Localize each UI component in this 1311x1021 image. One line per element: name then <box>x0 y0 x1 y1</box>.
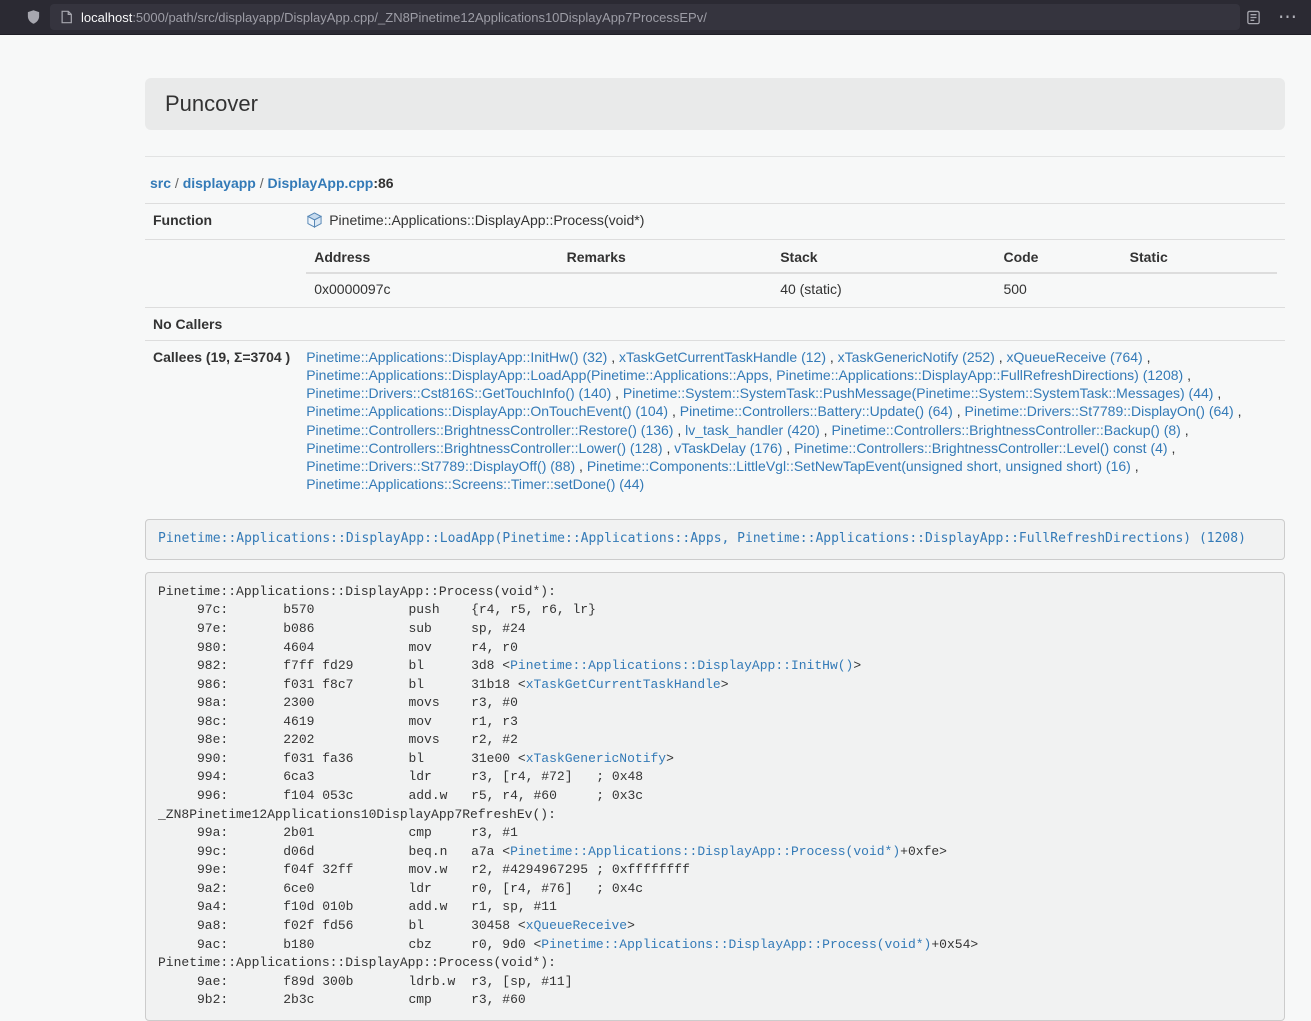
app-header: Puncover <box>145 78 1285 130</box>
details-table: Address Remarks Stack Code Static 0x0000… <box>306 242 1277 304</box>
breadcrumb-separator: / <box>171 175 183 191</box>
url-host: localhost <box>81 10 132 25</box>
callee-link[interactable]: Pinetime::Applications::DisplayApp::OnTo… <box>306 403 668 419</box>
selected-symbol-box: Pinetime::Applications::DisplayApp::Load… <box>145 519 1285 560</box>
column-header-address: Address <box>306 242 558 273</box>
breadcrumb-line-number: :86 <box>373 175 393 191</box>
callee-link[interactable]: xTaskGetCurrentTaskHandle (12) <box>619 349 826 365</box>
disassembly-symbol-link[interactable]: xQueueReceive <box>526 918 627 933</box>
disassembly-block: Pinetime::Applications::DisplayApp::Proc… <box>145 572 1285 1021</box>
table-row-function: Function Pinetime::Applications::Display… <box>145 204 1285 240</box>
function-row-label: Function <box>145 204 298 240</box>
reader-mode-icon[interactable] <box>1246 10 1261 25</box>
shield-icon[interactable] <box>26 9 41 25</box>
callee-link[interactable]: Pinetime::Applications::DisplayApp::Init… <box>306 349 607 365</box>
details-row-label <box>145 240 298 307</box>
function-name: Pinetime::Applications::DisplayApp::Proc… <box>329 212 644 228</box>
callee-link[interactable]: Pinetime::Applications::Screens::Timer::… <box>306 476 644 492</box>
no-callers-cell <box>298 307 1285 340</box>
callee-link[interactable]: vTaskDelay (176) <box>674 440 782 456</box>
callee-link[interactable]: xQueueReceive (764) <box>1007 349 1143 365</box>
address-value: 0x0000097c <box>306 273 558 304</box>
breadcrumb-link[interactable]: displayapp <box>183 175 256 191</box>
details-data-row: 0x0000097c 40 (static) 500 <box>306 273 1277 304</box>
breadcrumb: src / displayapp / DisplayApp.cpp:86 <box>150 175 1285 191</box>
menu-icon[interactable]: ⋯ <box>1278 8 1298 27</box>
disassembly-symbol-link[interactable]: Pinetime::Applications::DisplayApp::Proc… <box>510 844 900 859</box>
disassembly-symbol-link[interactable]: xTaskGetCurrentTaskHandle <box>526 677 721 692</box>
url-bar[interactable]: localhost:5000/path/src/displayapp/Displ… <box>50 4 1240 30</box>
callee-link[interactable]: Pinetime::Drivers::St7789::DisplayOn() (… <box>965 403 1234 419</box>
no-callers-label: No Callers <box>145 307 298 340</box>
callees-list: Pinetime::Applications::DisplayApp::Init… <box>298 340 1285 500</box>
page-title: Puncover <box>165 91 1265 117</box>
callee-link[interactable]: xTaskGenericNotify (252) <box>838 349 995 365</box>
details-header-row: Address Remarks Stack Code Static <box>306 242 1277 273</box>
callee-link[interactable]: Pinetime::Controllers::BrightnessControl… <box>306 440 662 456</box>
table-row-callees: Callees (19, Σ=3704 ) Pinetime::Applicat… <box>145 340 1285 500</box>
function-name-cell: Pinetime::Applications::DisplayApp::Proc… <box>298 204 1285 240</box>
table-row-no-callers: No Callers <box>145 307 1285 340</box>
function-type-icon <box>306 212 323 232</box>
chrome-right-controls: ⋯ <box>1246 8 1298 27</box>
page-content: Puncover src / displayapp / DisplayApp.c… <box>145 35 1285 1021</box>
page-info-icon[interactable] <box>60 10 73 24</box>
stack-value: 40 (static) <box>772 273 995 304</box>
selected-symbol-link[interactable]: Pinetime::Applications::DisplayApp::Load… <box>158 531 1246 546</box>
breadcrumb-link[interactable]: DisplayApp.cpp <box>268 175 374 191</box>
code-value: 500 <box>995 273 1121 304</box>
column-header-stack: Stack <box>772 242 995 273</box>
callee-link[interactable]: Pinetime::Applications::DisplayApp::Load… <box>306 367 1183 383</box>
table-row-details: Address Remarks Stack Code Static 0x0000… <box>145 240 1285 307</box>
disassembly-code: Pinetime::Applications::DisplayApp::Proc… <box>158 584 978 1007</box>
disassembly-symbol-link[interactable]: xTaskGenericNotify <box>526 751 666 766</box>
disassembly-symbol-link[interactable]: Pinetime::Applications::DisplayApp::Init… <box>510 658 853 673</box>
breadcrumb-link[interactable]: src <box>150 175 171 191</box>
breadcrumb-separator: / <box>256 175 268 191</box>
callee-link[interactable]: Pinetime::Controllers::Battery::Update()… <box>680 403 953 419</box>
function-table: Function Pinetime::Applications::Display… <box>145 203 1285 500</box>
header-divider <box>145 156 1285 157</box>
url-text: localhost:5000/path/src/displayapp/Displ… <box>81 10 707 25</box>
callee-link[interactable]: Pinetime::Components::LittleVgl::SetNewT… <box>587 458 1131 474</box>
column-header-static: Static <box>1122 242 1277 273</box>
callee-link[interactable]: Pinetime::Controllers::BrightnessControl… <box>831 422 1180 438</box>
column-header-code: Code <box>995 242 1121 273</box>
disassembly-symbol-link[interactable]: Pinetime::Applications::DisplayApp::Proc… <box>541 937 931 952</box>
callee-link[interactable]: Pinetime::Controllers::BrightnessControl… <box>794 440 1167 456</box>
static-value <box>1122 273 1277 304</box>
column-header-remarks: Remarks <box>559 242 773 273</box>
callee-link[interactable]: Pinetime::Drivers::Cst816S::GetTouchInfo… <box>306 385 611 401</box>
callee-link[interactable]: Pinetime::Controllers::BrightnessControl… <box>306 422 673 438</box>
callee-link[interactable]: Pinetime::System::SystemTask::PushMessag… <box>623 385 1214 401</box>
remarks-value <box>559 273 773 304</box>
callees-label: Callees (19, Σ=3704 ) <box>145 340 298 500</box>
callee-link[interactable]: lv_task_handler (420) <box>685 422 820 438</box>
callee-link[interactable]: Pinetime::Drivers::St7789::DisplayOff() … <box>306 458 575 474</box>
details-cell: Address Remarks Stack Code Static 0x0000… <box>298 240 1285 307</box>
url-path: :5000/path/src/displayapp/DisplayApp.cpp… <box>132 10 707 25</box>
browser-chrome: localhost:5000/path/src/displayapp/Displ… <box>0 0 1311 35</box>
